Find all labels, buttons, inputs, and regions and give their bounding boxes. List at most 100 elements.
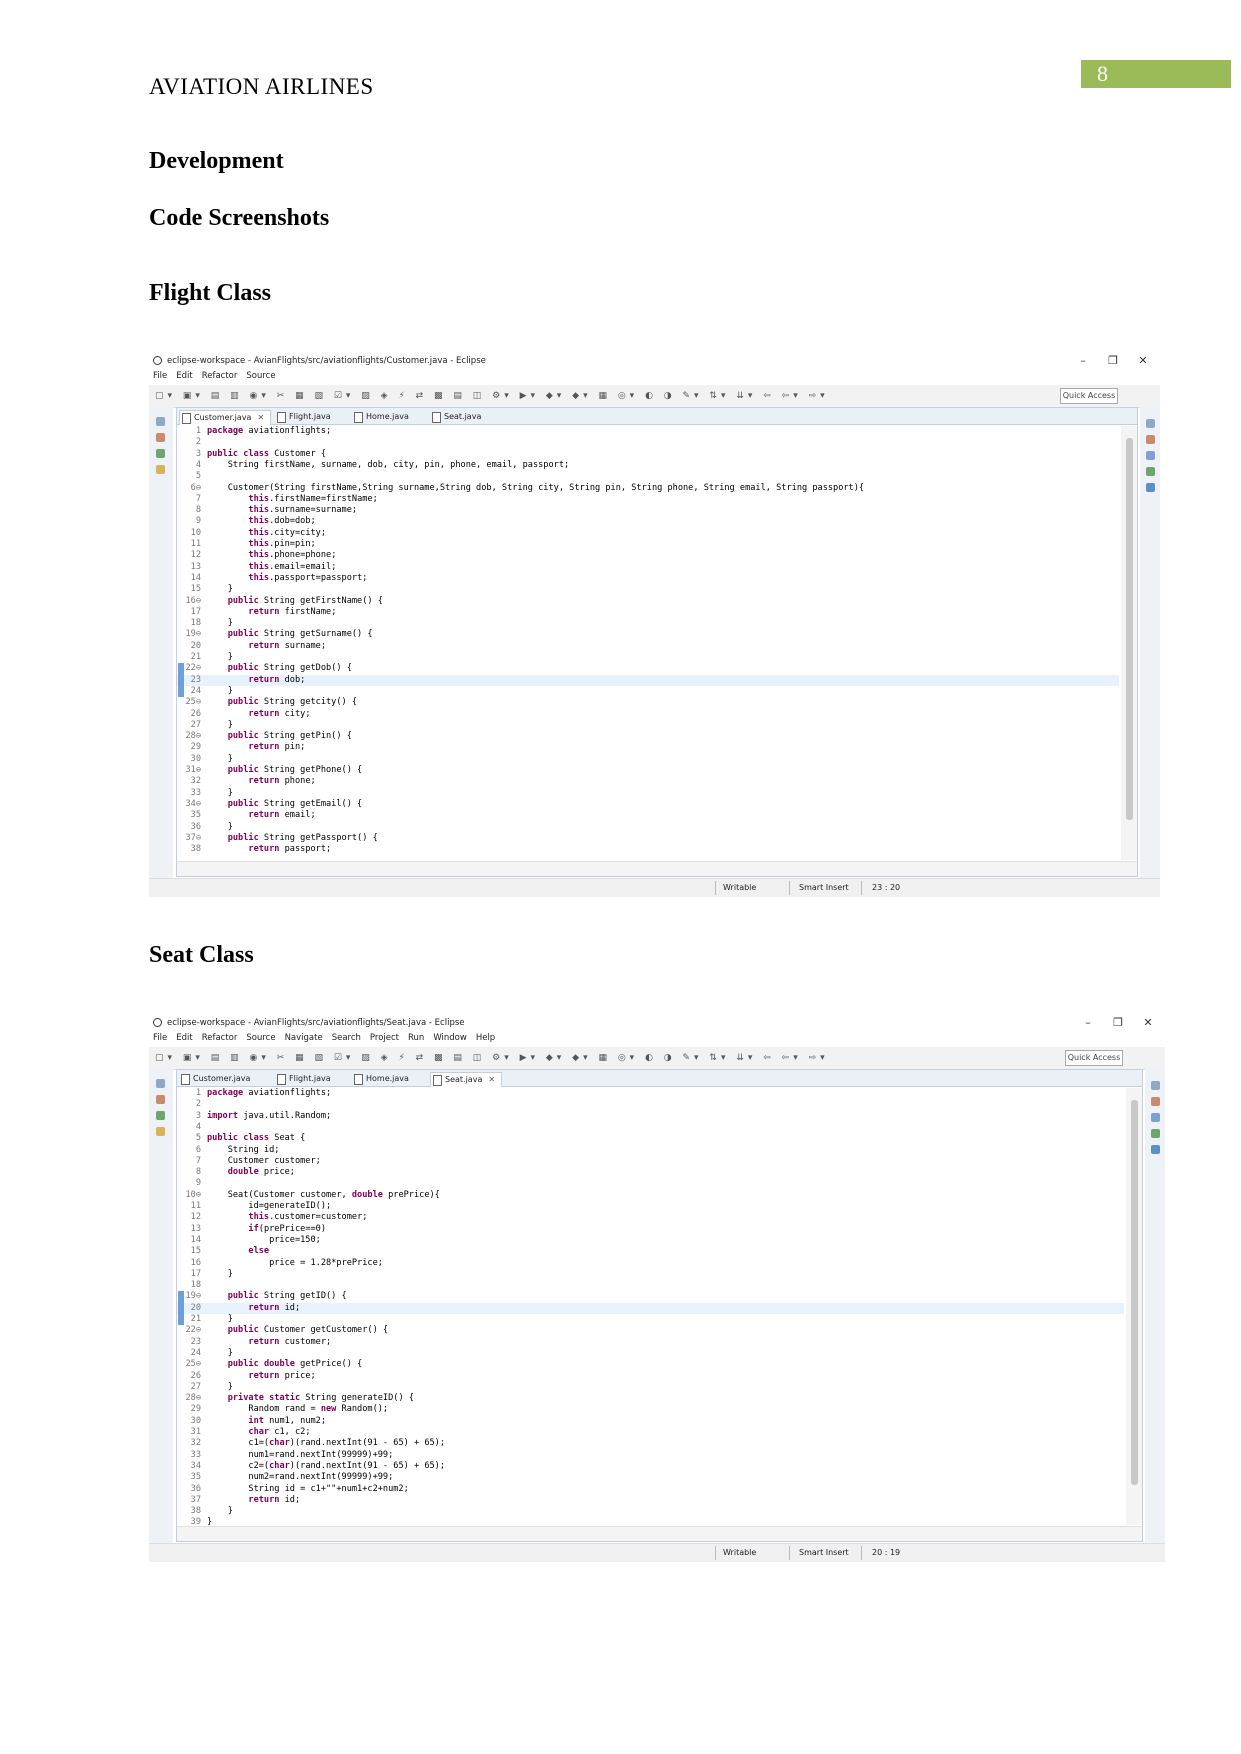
code-line[interactable]: 2 [177,1099,1124,1110]
search-view-icon[interactable] [1146,467,1155,476]
code-line[interactable]: 36 String id = c1+""+num1+c2+num2; [177,1484,1124,1495]
code-line[interactable]: 38 return passport; [177,844,1119,855]
code-line[interactable]: 29 Random rand = new Random(); [177,1404,1124,1415]
horizontal-scrollbar[interactable] [177,861,1137,876]
search-view-icon[interactable] [1151,1129,1160,1138]
code-line[interactable]: 34⊖ public String getEmail() { [177,799,1119,810]
console-icon[interactable] [1146,451,1155,460]
code-line[interactable]: 37⊖ public String getPassport() { [177,833,1119,844]
code-line[interactable]: 20 return surname; [177,641,1119,652]
code-line[interactable]: 12 this.customer=customer; [177,1212,1124,1223]
menu-item-file[interactable]: File [153,1033,167,1043]
code-line[interactable]: 35 num2=rand.nextInt(99999)+99; [177,1472,1124,1483]
outline-icon[interactable] [156,433,165,442]
minimize-icon[interactable]: – [1068,352,1098,370]
problems-icon[interactable] [1151,1097,1160,1106]
tab-seat-java[interactable]: Seat.java [430,410,481,424]
code-line[interactable]: 11 this.pin=pin; [177,539,1119,550]
code-line[interactable]: 31 char c1, c2; [177,1427,1124,1438]
quick-access-field[interactable]: Quick Access [1065,1050,1123,1066]
menu-item-source[interactable]: Source [246,1033,275,1043]
toolbar-icons[interactable]: ▢▾ ▣▾ ▤ ▥ ◉▾ ✂ ▦ ▧ ☑▾ ▨ ◈ ⚡ ⇄ ▩ ▤ ◫ ⚙▾ ▶… [155,1053,1045,1064]
vertical-scrollbar[interactable] [1126,1088,1142,1525]
code-line[interactable]: 32 c1=(char)(rand.nextInt(91 - 65) + 65)… [177,1438,1124,1449]
navigator-icon[interactable] [156,465,165,474]
code-line[interactable]: 4 [177,1122,1124,1133]
tab-customer-java[interactable]: Customer.java [179,1072,250,1086]
tab-flight-java[interactable]: Flight.java [275,410,331,424]
code-line[interactable]: 26 return city; [177,709,1119,720]
code-line[interactable]: 10⊖ Seat(Customer customer, double prePr… [177,1190,1124,1201]
quick-access-field[interactable]: Quick Access [1060,388,1118,404]
code-line[interactable]: 39} [177,1517,1124,1525]
code-line[interactable]: 18 } [177,618,1119,629]
code-line[interactable]: 5 [177,471,1119,482]
scroll-thumb[interactable] [1131,1100,1138,1485]
scroll-thumb[interactable] [1126,438,1133,820]
code-line[interactable]: 2 [177,437,1119,448]
code-line[interactable]: 4 String firstName, surname, dob, city, … [177,460,1119,471]
code-line[interactable]: 6⊖ Customer(String firstName,String surn… [177,483,1119,494]
code-line[interactable]: 16 price = 1.28*prePrice; [177,1258,1124,1269]
code-line[interactable]: 27 } [177,1382,1124,1393]
menu-item-refactor[interactable]: Refactor [202,371,238,381]
close-tab-icon[interactable]: ✕ [488,1075,495,1084]
code-line[interactable]: 7 Customer customer; [177,1156,1124,1167]
code-line[interactable]: 15 } [177,584,1119,595]
code-line[interactable]: 16⊖ public String getFirstName() { [177,596,1119,607]
code-line[interactable]: 13 if(prePrice==0) [177,1224,1124,1235]
code-line[interactable]: 21 } [177,652,1119,663]
task-list-icon[interactable] [1151,1081,1160,1090]
tab-seat-java[interactable]: Seat.java ✕ [430,1072,503,1087]
tab-customer-java[interactable]: Customer.java ✕ [179,410,272,425]
code-line[interactable]: 19⊖ public String getSurname() { [177,629,1119,640]
code-line[interactable]: 17 } [177,1269,1124,1280]
code-line[interactable]: 37 return id; [177,1495,1124,1506]
code-line[interactable]: 30 } [177,754,1119,765]
code-line[interactable]: 18 [177,1280,1124,1291]
code-line[interactable]: 30 int num1, num2; [177,1416,1124,1427]
navigator-icon[interactable] [156,1127,165,1136]
code-line[interactable]: 27 } [177,720,1119,731]
tab-home-java[interactable]: Home.java [352,410,409,424]
code-line[interactable]: 25⊖ public String getcity() { [177,697,1119,708]
code-line[interactable]: 21 } [177,1314,1124,1325]
menu-item-navigate[interactable]: Navigate [285,1033,323,1043]
vertical-scrollbar[interactable] [1121,426,1137,860]
menu-item-source[interactable]: Source [246,371,275,381]
hierarchy-icon[interactable] [156,449,165,458]
package-explorer-icon[interactable] [156,1079,165,1088]
code-line[interactable]: 17 return firstName; [177,607,1119,618]
code-line[interactable]: 7 this.firstName=firstName; [177,494,1119,505]
outline-view-icon[interactable] [1146,483,1155,492]
code-line[interactable]: 3 public class Customer { [177,449,1119,460]
code-line[interactable]: 28⊖ public String getPin() { [177,731,1119,742]
code-line[interactable]: 12 this.phone=phone; [177,550,1119,561]
code-line[interactable]: 1 package aviationflights; [177,1088,1124,1099]
code-line[interactable]: 8 this.surname=surname; [177,505,1119,516]
code-line[interactable]: 1 package aviationflights; [177,426,1119,437]
code-line[interactable]: 5 public class Seat { [177,1133,1124,1144]
code-line[interactable]: 36 } [177,822,1119,833]
code-line[interactable]: 11 id=generateID(); [177,1201,1124,1212]
menu-item-file[interactable]: File [153,371,167,381]
tab-home-java[interactable]: Home.java [352,1072,409,1086]
code-editor[interactable]: Customer.java ✕ Flight.java Home.java Sea… [176,407,1138,877]
code-line[interactable]: 24 } [177,686,1119,697]
code-line[interactable]: 9 this.dob=dob; [177,516,1119,527]
toolbar-icons[interactable]: ▢▾ ▣▾ ▤ ▥ ◉▾ ✂ ▦ ▧ ☑▾ ▨ ◈ ⚡ ⇄ ▩ ▤ ◫ ⚙▾ ▶… [155,391,1040,402]
code-line[interactable]: 23 return customer; [177,1337,1124,1348]
code-line[interactable]: 3 import java.util.Random; [177,1111,1124,1122]
code-line[interactable]: 26 return price; [177,1371,1124,1382]
menu-item-edit[interactable]: Edit [176,371,192,381]
close-icon[interactable]: ✕ [1133,1014,1163,1032]
menu-item-run[interactable]: Run [408,1033,424,1043]
task-list-icon[interactable] [1146,419,1155,428]
code-line[interactable]: 19⊖ public String getID() { [177,1291,1124,1302]
code-line[interactable]: 23 return dob; [177,674,1119,686]
console-icon[interactable] [1151,1113,1160,1122]
code-area[interactable]: 1 package aviationflights; 2 3 public class … [177,426,1119,860]
outline-icon[interactable] [156,1095,165,1104]
package-explorer-icon[interactable] [156,417,165,426]
menu-item-search[interactable]: Search [332,1033,361,1043]
